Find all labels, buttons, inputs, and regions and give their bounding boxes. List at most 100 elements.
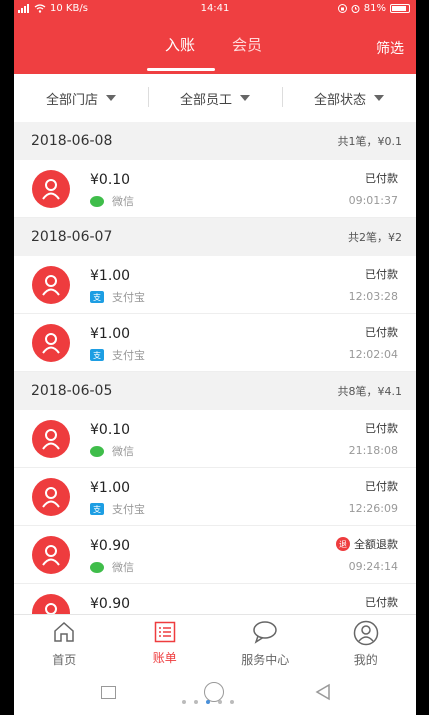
filter-bar: 全部门店 全部员工 全部状态	[14, 74, 416, 122]
payment-status: 退 全额退款	[336, 536, 398, 552]
payment-method-label: 微信	[112, 561, 134, 574]
user-icon	[42, 429, 60, 450]
payment-method-label: 支付宝	[112, 503, 145, 516]
transaction-time: 21:18:08	[348, 444, 398, 457]
status-right: 81%	[337, 3, 410, 14]
transaction-list[interactable]: 2018-06-08 共1笔，¥0.1 ¥0.10 微信 已付款 09:01:3…	[14, 122, 416, 614]
tab-service-center[interactable]: 服务中心	[215, 615, 316, 670]
tab-indicator	[147, 68, 215, 71]
group-summary: 共1笔，¥0.1	[337, 135, 403, 148]
store-filter-dropdown[interactable]: 全部门店	[14, 89, 148, 108]
tab-service-center-label: 服务中心	[241, 653, 290, 667]
home-button-icon[interactable]	[204, 682, 224, 702]
group-summary: 共8笔，¥4.1	[337, 385, 403, 398]
profile-icon	[353, 620, 378, 646]
caret-down-icon	[240, 95, 250, 101]
transaction-amount: ¥0.90	[90, 538, 131, 554]
tab-income[interactable]: 入账	[165, 34, 195, 55]
lock-icon	[337, 4, 347, 13]
chat-bubble-icon	[253, 621, 277, 644]
transaction-row[interactable]: ¥0.90 已付款	[14, 584, 416, 614]
payment-method: 支 支付宝	[90, 347, 145, 363]
filter-button[interactable]: 筛选	[376, 38, 404, 58]
staff-filter-dropdown[interactable]: 全部员工	[148, 86, 282, 108]
avatar	[32, 324, 70, 362]
transaction-amount: ¥0.10	[90, 422, 131, 438]
tab-members[interactable]: 会员	[232, 34, 262, 55]
caret-down-icon	[106, 95, 116, 101]
transaction-row[interactable]: ¥0.90 微信 退 全额退款 09:24:14	[14, 526, 416, 584]
wechat-icon	[90, 561, 104, 573]
payment-method-label: 支付宝	[112, 291, 145, 304]
alipay-icon: 支	[90, 503, 104, 515]
wechat-icon	[90, 195, 104, 207]
transaction-row[interactable]: ¥1.00 支 支付宝 已付款 12:26:09	[14, 468, 416, 526]
transaction-amount: ¥1.00	[90, 326, 131, 342]
payment-method: 支 支付宝	[90, 289, 145, 305]
transaction-row[interactable]: ¥0.10 微信 已付款 09:01:37	[14, 160, 416, 218]
payment-method: 支 支付宝	[90, 501, 145, 517]
transaction-row[interactable]: ¥0.10 微信 已付款 21:18:08	[14, 410, 416, 468]
transaction-time: 12:26:09	[348, 502, 398, 515]
transaction-time: 12:03:28	[348, 290, 398, 303]
avatar	[32, 170, 70, 208]
user-icon	[42, 179, 60, 200]
avatar	[32, 478, 70, 516]
transaction-row[interactable]: ¥1.00 支 支付宝 已付款 12:03:28	[14, 256, 416, 314]
status-filter-dropdown[interactable]: 全部状态	[282, 86, 416, 108]
user-icon	[42, 487, 60, 508]
alipay-icon: 支	[90, 291, 104, 303]
avatar	[32, 594, 70, 614]
group-date: 2018-06-08	[31, 133, 113, 149]
bottom-tab-bar: 首页 账单 服务中心 我的	[14, 614, 416, 670]
app-screen: 10 KB/s 14:41 81% 入账 会员 筛选 全部门店 全部员工 全部状…	[14, 0, 416, 715]
transaction-amount: ¥1.00	[90, 480, 131, 496]
tab-bills[interactable]: 账单	[115, 615, 216, 670]
date-group-header: 2018-06-08 共1笔，¥0.1	[14, 122, 416, 160]
transaction-amount: ¥0.10	[90, 172, 131, 188]
alipay-icon: 支	[90, 349, 104, 361]
payment-method-label: 微信	[112, 445, 134, 458]
date-group-header: 2018-06-07 共2笔，¥2	[14, 218, 416, 256]
transaction-time: 12:02:04	[348, 348, 398, 361]
avatar	[32, 420, 70, 458]
group-summary: 共2笔，¥2	[348, 231, 402, 244]
tab-bills-label: 账单	[152, 651, 177, 665]
transaction-amount: ¥1.00	[90, 268, 131, 284]
page-dots	[182, 700, 234, 704]
user-icon	[42, 333, 60, 354]
header: 10 KB/s 14:41 81% 入账 会员 筛选	[14, 0, 416, 74]
payment-status: 已付款	[365, 480, 398, 493]
caret-down-icon	[374, 95, 384, 101]
payment-status: 已付款	[365, 596, 398, 609]
group-date: 2018-06-05	[31, 383, 113, 399]
tab-home[interactable]: 首页	[14, 615, 115, 670]
payment-method-label: 微信	[112, 195, 134, 208]
page-dot	[230, 700, 234, 704]
transaction-amount: ¥0.90	[90, 596, 131, 612]
recent-apps-icon[interactable]	[101, 686, 116, 699]
page-dot	[182, 700, 186, 704]
status-bar: 10 KB/s 14:41 81%	[14, 0, 416, 18]
home-icon	[54, 621, 74, 642]
transaction-time: 09:24:14	[348, 560, 398, 573]
date-group-header: 2018-06-05 共8笔，¥4.1	[14, 372, 416, 410]
payment-method: 微信	[90, 193, 134, 209]
battery-percent: 81%	[363, 3, 386, 14]
payment-method: 微信	[90, 443, 134, 459]
back-icon[interactable]	[314, 683, 332, 701]
tab-home-label: 首页	[52, 653, 77, 667]
transaction-row[interactable]: ¥1.00 支 支付宝 已付款 12:02:04	[14, 314, 416, 372]
battery-icon	[390, 4, 410, 13]
payment-status: 已付款	[365, 172, 398, 185]
tab-profile[interactable]: 我的	[316, 615, 417, 670]
tab-profile-label: 我的	[353, 653, 378, 667]
refund-badge-icon: 退	[336, 537, 350, 551]
payment-status: 已付款	[365, 326, 398, 339]
group-date: 2018-06-07	[31, 229, 113, 245]
avatar	[32, 266, 70, 304]
payment-method: 微信	[90, 559, 134, 575]
page-dot	[218, 700, 222, 704]
user-icon	[42, 545, 60, 566]
alarm-icon	[351, 5, 360, 13]
